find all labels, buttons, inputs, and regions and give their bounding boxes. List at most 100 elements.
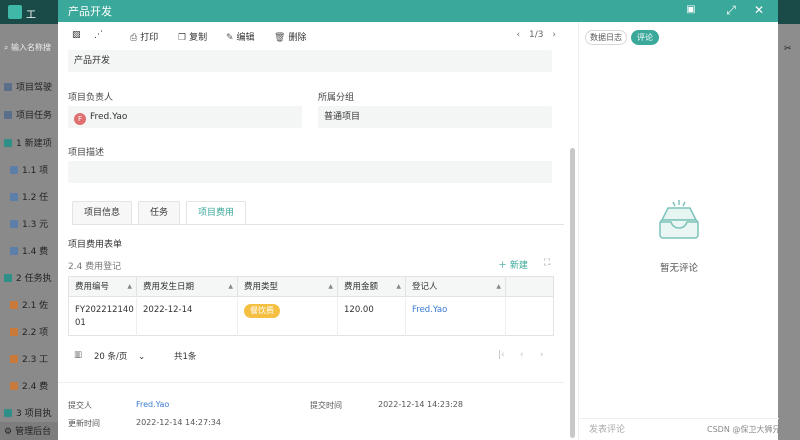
close-icon[interactable]: ✕ xyxy=(752,3,766,17)
table-cell-registrant[interactable]: Fred.Yao xyxy=(406,298,506,336)
record-pager: ‹ 1/3 › xyxy=(517,30,556,40)
sort-icon[interactable]: ▲ xyxy=(496,277,501,297)
app-logo xyxy=(8,5,22,19)
doc-icon xyxy=(10,328,18,336)
sidebar-search-input[interactable]: ⌕ 输入名称搜 xyxy=(4,42,56,58)
tab-project-cost[interactable]: 项目费用 xyxy=(186,201,246,225)
pagination-total: 共1条 xyxy=(174,352,197,362)
sidebar-item[interactable]: 1.1 项 xyxy=(0,161,58,181)
sidebar-item-admin[interactable]: ⚙ 管理后台 xyxy=(0,422,58,440)
footer-divider xyxy=(58,382,564,383)
table-cell-id: FY202212140 01 xyxy=(69,298,137,336)
fullscreen-icon[interactable]: ⛶ xyxy=(544,258,550,268)
new-button[interactable]: ＋ 新建 xyxy=(498,258,528,271)
copy-icon: ❐ xyxy=(178,33,187,43)
chevron-left-icon[interactable]: ‹ xyxy=(517,30,521,40)
first-page-icon[interactable]: |‹ xyxy=(498,350,505,360)
doc-icon xyxy=(10,220,18,228)
owner-value: Fred.Yao xyxy=(90,112,128,122)
page-size-select[interactable]: 20 条/页 ⌄ xyxy=(94,350,145,362)
sort-icon[interactable]: ▲ xyxy=(228,277,233,297)
gear-icon: ⚙ xyxy=(4,427,13,437)
tab-divider xyxy=(72,224,564,225)
avatar: F xyxy=(74,113,86,125)
submitter-value[interactable]: Fred.Yao xyxy=(136,400,169,409)
doc-icon xyxy=(10,382,18,390)
table-header-cell[interactable]: 费用金额 ▲ xyxy=(338,277,406,297)
tab-tasks[interactable]: 任务 xyxy=(138,201,180,225)
chevron-down-icon: ⌄ xyxy=(138,352,146,362)
next-page-icon[interactable]: › xyxy=(540,350,544,360)
table-header-cell[interactable]: 费用编号 ▲ xyxy=(69,277,137,297)
sort-icon[interactable]: ▲ xyxy=(127,277,132,297)
table-cell-type: 餐饮费 xyxy=(238,298,338,336)
sidebar-item[interactable]: 3 项目执 xyxy=(0,404,58,424)
plus-icon: ＋ xyxy=(498,261,508,271)
table-header-cell-empty xyxy=(506,277,553,297)
cost-table: 费用编号 ▲ 费用发生日期 ▲ 费用类型 ▲ 费用金额 ▲ 登记人 ▲ FY2022121… xyxy=(68,276,554,336)
list-icon xyxy=(4,111,12,119)
group-field[interactable]: 普通项目 xyxy=(318,106,552,128)
scrollbar[interactable] xyxy=(570,148,575,438)
table-header-cell[interactable]: 登记人 ▲ xyxy=(406,277,506,297)
submit-time-value: 2022-12-14 14:23:28 xyxy=(378,400,463,409)
submitter-label: 提交人 xyxy=(68,401,92,410)
copy-button[interactable]: ❐ 复制 xyxy=(178,30,207,43)
update-time-label: 更新时间 xyxy=(68,419,100,428)
print-button[interactable]: ⎙ 打印 xyxy=(130,30,158,43)
tab-project-info[interactable]: 项目信息 xyxy=(72,201,132,225)
sort-icon[interactable]: ▲ xyxy=(396,277,401,297)
edit-button[interactable]: ✎ 编辑 xyxy=(226,30,255,43)
sort-icon[interactable]: ▲ xyxy=(328,277,333,297)
project-name-field[interactable]: 产品开发 xyxy=(68,50,552,72)
monitor-icon xyxy=(4,83,12,91)
sidebar-item[interactable]: 项目驾驶 xyxy=(0,78,58,98)
sub-section-title: 2.4 费用登记 xyxy=(68,262,122,272)
sidebar-item[interactable]: 1.3 元 xyxy=(0,215,58,235)
sidebar-search-placeholder: 输入名称搜 xyxy=(11,43,52,52)
doc-icon xyxy=(10,193,18,201)
sidebar-item[interactable]: 2.4 费 xyxy=(0,377,58,397)
table-header-cell[interactable]: 费用类型 ▲ xyxy=(238,277,338,297)
sidebar-item[interactable]: 2 任务执 xyxy=(0,269,58,289)
delete-button[interactable]: 🗑 删除 xyxy=(274,30,306,43)
update-time-value: 2022-12-14 14:27:34 xyxy=(136,418,221,427)
sidebar-item[interactable]: 2.2 项 xyxy=(0,323,58,343)
record-toolbar: ▨ ⋰ ⎙ 打印 ❐ 复制 ✎ 编辑 🗑 删除 ‹ 1/3 › xyxy=(58,22,578,50)
sidebar-item[interactable]: 2.3 工 xyxy=(0,350,58,370)
app-right-strip xyxy=(778,24,800,440)
table-cell-empty xyxy=(506,298,553,336)
sidebar-item[interactable]: 2.1 佐 xyxy=(0,296,58,316)
printer-icon: ⎙ xyxy=(130,33,138,43)
app-sidebar: ⌕ 输入名称搜 项目驾驶 项目任务 1 新建项 1.1 项 1.2 任 1.3 … xyxy=(0,24,58,440)
chevron-right-icon[interactable]: › xyxy=(552,30,556,40)
tab-data-log[interactable]: 数据日志 xyxy=(585,30,627,45)
sidebar-item[interactable]: 1.2 任 xyxy=(0,188,58,208)
doc-icon xyxy=(10,301,18,309)
sidebar-item[interactable]: 1 新建项 xyxy=(0,134,58,154)
expand-icon[interactable]: ⤢ xyxy=(724,3,738,17)
doc-icon xyxy=(10,166,18,174)
empty-inbox-icon xyxy=(659,200,699,239)
folder-icon xyxy=(4,409,12,417)
column-toggle-icon[interactable]: ▥ xyxy=(74,350,82,360)
empty-comment-text: 暂无评论 xyxy=(659,263,698,274)
table-header-cell[interactable]: 费用发生日期 ▲ xyxy=(137,277,238,297)
prev-page-icon[interactable]: ‹ xyxy=(520,350,524,360)
sidebar-item[interactable]: 项目任务 xyxy=(0,106,58,126)
share-icon[interactable]: ⋰ xyxy=(94,30,103,40)
doc-icon xyxy=(10,355,18,363)
modal-header: 产品开发 ▣ ⤢ ✕ xyxy=(58,0,778,22)
table-cell-date: 2022-12-14 xyxy=(137,298,238,336)
trash-icon: 🗑 xyxy=(274,33,286,43)
owner-field[interactable]: F Fred.Yao xyxy=(68,106,302,128)
tab-comment[interactable]: 评论 xyxy=(631,30,659,45)
section-title: 项目费用表单 xyxy=(68,240,123,250)
group-label: 所属分组 xyxy=(318,93,355,103)
sidebar-item[interactable]: 1.4 费 xyxy=(0,242,58,262)
scissors-icon[interactable]: ✂ xyxy=(784,44,794,54)
app-title: 工 xyxy=(26,10,36,21)
description-field[interactable] xyxy=(68,161,552,183)
book-icon[interactable]: ▣ xyxy=(684,3,698,17)
image-icon[interactable]: ▨ xyxy=(72,30,81,40)
